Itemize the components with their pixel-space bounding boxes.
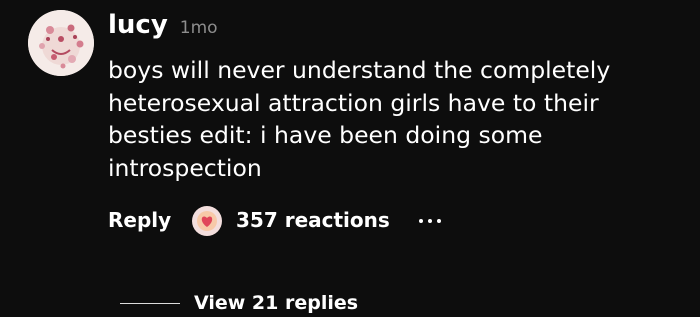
view-replies-button[interactable]: View 21 replies [120,290,358,316]
comment-text: boys will never understand the completel… [108,56,611,182]
heart-face-emoji-icon[interactable] [192,206,222,236]
comment-actions: Reply 357 reactions [108,206,668,238]
avatar-image [28,10,94,76]
comment: lucy 1mo boys will never understand the … [0,0,700,317]
reply-button[interactable]: Reply [108,208,171,232]
more-options-icon[interactable] [413,206,447,236]
dot [419,219,423,223]
avatar[interactable] [28,10,94,76]
view-replies-label: View 21 replies [194,292,359,314]
dot [437,219,441,223]
reactions-count[interactable]: 357 reactions [236,208,390,232]
replies-divider-line [120,302,180,304]
timestamp: 1mo [179,18,218,38]
comment-header: lucy 1mo [108,10,218,46]
dot [428,219,432,223]
username[interactable]: lucy [108,10,168,40]
reaction-emoji-graphic [197,211,217,231]
